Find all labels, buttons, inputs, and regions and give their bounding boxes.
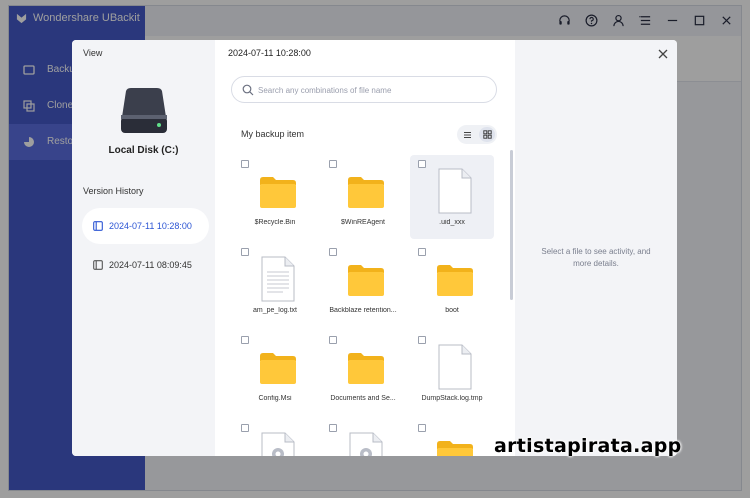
backup-item-label: My backup item bbox=[241, 129, 305, 139]
search-box[interactable] bbox=[231, 76, 497, 103]
folder-icon bbox=[348, 265, 384, 296]
file-checkbox[interactable] bbox=[241, 160, 249, 168]
version-icon bbox=[93, 260, 103, 270]
version-label: 2024-07-11 08:09:45 bbox=[109, 260, 192, 270]
file-name: Config.Msi bbox=[258, 395, 292, 402]
file-tile[interactable]: $Recycle.Bin bbox=[233, 155, 317, 239]
file-name: boot bbox=[445, 307, 459, 314]
folder-icon bbox=[437, 265, 473, 296]
file-name: Backblaze retention... bbox=[329, 307, 397, 314]
settings-file-icon bbox=[349, 432, 383, 456]
folder-icon bbox=[437, 441, 473, 456]
dialog-left-panel: View Local Disk (C:) Version History 202… bbox=[72, 40, 215, 456]
file-checkbox[interactable] bbox=[241, 336, 249, 344]
file-icon bbox=[438, 344, 472, 390]
file-name: Documents and Se... bbox=[330, 395, 396, 402]
settings-file-icon bbox=[261, 432, 295, 456]
details-empty-hint: Select a file to see activity, and more … bbox=[541, 247, 651, 268]
search-input[interactable] bbox=[258, 82, 488, 98]
file-name: $Recycle.Bin bbox=[254, 219, 296, 226]
dialog-details-panel: Select a file to see activity, and more … bbox=[515, 40, 677, 456]
backup-view-dialog: View Local Disk (C:) Version History 202… bbox=[72, 40, 677, 456]
file-checkbox[interactable] bbox=[418, 424, 426, 432]
file-tile[interactable]: Documents and Se... bbox=[321, 331, 405, 415]
file-tile[interactable] bbox=[410, 419, 494, 456]
file-tile[interactable] bbox=[233, 419, 317, 456]
file-tile[interactable]: Config.Msi bbox=[233, 331, 317, 415]
file-checkbox[interactable] bbox=[418, 336, 426, 344]
file-tile[interactable]: am_pe_log.txt bbox=[233, 243, 317, 327]
file-checkbox[interactable] bbox=[329, 160, 337, 168]
search-icon bbox=[242, 84, 254, 96]
file-checkbox[interactable] bbox=[329, 424, 337, 432]
file-checkbox[interactable] bbox=[418, 248, 426, 256]
file-tile[interactable]: Backblaze retention... bbox=[321, 243, 405, 327]
folder-icon bbox=[348, 177, 384, 208]
file-tile[interactable]: boot bbox=[410, 243, 494, 327]
watermark-text: artistapirata.app bbox=[494, 435, 682, 457]
file-scrollbar-thumb[interactable] bbox=[510, 150, 513, 300]
file-name: DumpStack.log.tmp bbox=[421, 395, 483, 402]
file-checkbox[interactable] bbox=[241, 424, 249, 432]
text-file-icon bbox=[261, 256, 295, 302]
dialog-close-icon[interactable] bbox=[657, 48, 669, 60]
dialog-file-panel: 2024-07-11 10:28:00 My backup item $Recy… bbox=[215, 40, 515, 456]
file-checkbox[interactable] bbox=[329, 248, 337, 256]
file-name: .uid_xxx bbox=[439, 219, 465, 226]
view-mode-toggle bbox=[457, 125, 497, 144]
file-checkbox[interactable] bbox=[329, 336, 337, 344]
grid-icon bbox=[482, 130, 492, 139]
version-history-title: Version History bbox=[83, 186, 144, 196]
version-item[interactable]: 2024-07-11 08:09:45 bbox=[82, 247, 209, 283]
file-checkbox[interactable] bbox=[241, 248, 249, 256]
file-icon bbox=[438, 168, 472, 214]
hard-disk-icon bbox=[121, 88, 167, 133]
file-name: am_pe_log.txt bbox=[253, 307, 297, 314]
file-checkbox[interactable] bbox=[418, 160, 426, 168]
version-label: 2024-07-11 10:28:00 bbox=[109, 221, 192, 231]
file-tile[interactable]: $WinREAgent bbox=[321, 155, 405, 239]
folder-icon bbox=[260, 353, 296, 384]
folder-icon bbox=[348, 353, 384, 384]
view-label: View bbox=[83, 48, 103, 58]
list-view-button[interactable] bbox=[459, 127, 475, 142]
file-tile[interactable]: DumpStack.log.tmp bbox=[410, 331, 494, 415]
current-version-title: 2024-07-11 10:28:00 bbox=[228, 48, 311, 58]
list-icon bbox=[463, 131, 471, 138]
file-name: $WinREAgent bbox=[341, 219, 385, 226]
file-tile[interactable]: .uid_xxx bbox=[410, 155, 494, 239]
version-item[interactable]: 2024-07-11 10:28:00 bbox=[82, 208, 209, 244]
grid-view-button[interactable] bbox=[479, 127, 495, 142]
disk-label: Local Disk (C:) bbox=[108, 145, 179, 156]
version-icon bbox=[93, 221, 103, 231]
folder-icon bbox=[260, 177, 296, 208]
file-tile[interactable] bbox=[321, 419, 405, 456]
